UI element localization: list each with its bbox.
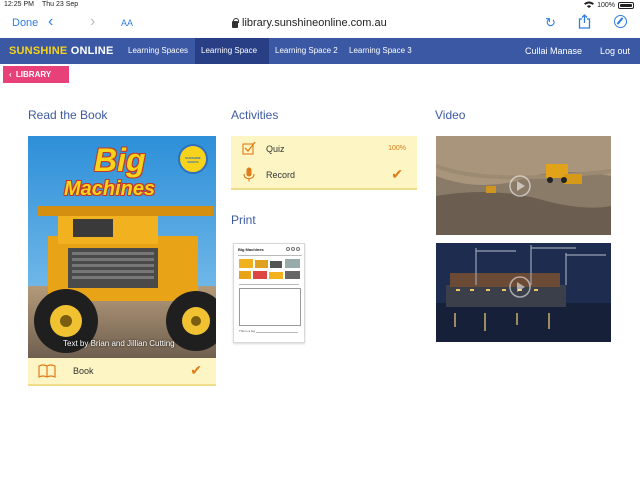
forward-arrow-icon[interactable]: › xyxy=(90,13,95,31)
tab-learning-space-3[interactable]: Learning Space 3 xyxy=(343,38,418,64)
badge-text: SUNSHINE BOOKS xyxy=(185,156,201,164)
site-nav: SUNSHINE ONLINE Learning Spaces Learning… xyxy=(0,38,640,81)
checkmark-icon: ✔ xyxy=(190,362,202,378)
status-time: 12:25 PM xyxy=(4,1,34,8)
cover-author: Text by Brian and Jillian Cutting xyxy=(63,339,175,348)
record-label: Record xyxy=(266,170,296,180)
battery-percent: 100% xyxy=(597,2,615,9)
address-bar[interactable]: library.sunshineonline.com.au xyxy=(232,17,387,29)
tab-learning-space-1[interactable]: Learning Space 1 xyxy=(195,38,269,81)
sunshine-books-badge: SUNSHINE BOOKS xyxy=(178,144,208,174)
battery-icon xyxy=(618,2,634,9)
activity-quiz[interactable]: Quiz 100% xyxy=(231,136,417,162)
brand-online: ONLINE xyxy=(70,45,114,57)
activity-record[interactable]: Record ✔ xyxy=(231,162,417,188)
wifi-icon xyxy=(584,1,595,10)
lock-icon xyxy=(232,17,239,28)
video-heading: Video xyxy=(435,108,466,122)
book-label: Book xyxy=(73,366,94,376)
library-button[interactable]: ‹ LIBRARY xyxy=(3,66,69,83)
user-name[interactable]: Cullai Manase xyxy=(525,38,582,64)
worksheet-pictures-icon xyxy=(239,259,300,279)
tab-learning-space-2[interactable]: Learning Space 2 xyxy=(269,38,344,64)
read-book-heading: Read the Book xyxy=(28,108,108,122)
print-heading: Print xyxy=(231,213,256,227)
worksheet-drawing-box xyxy=(239,288,301,326)
quiz-score: 100% xyxy=(388,145,406,152)
cover-title-line2: Machines xyxy=(64,178,156,200)
video-thumbnail-mining[interactable] xyxy=(436,136,611,235)
text-size-button[interactable]: AA xyxy=(121,18,133,28)
library-label: LIBRARY xyxy=(15,70,52,79)
worksheet-prompt: This is a big xyxy=(239,329,256,333)
status-date: Thu 23 Sep xyxy=(42,1,79,8)
worksheet-line xyxy=(239,284,299,285)
microphone-icon xyxy=(242,167,256,187)
tab-learning-spaces[interactable]: Learning Spaces xyxy=(122,38,194,64)
checkmark-icon: ✔ xyxy=(391,166,403,182)
brand-logo[interactable]: SUNSHINE ONLINE xyxy=(9,45,113,57)
reload-icon[interactable]: ↻ xyxy=(545,15,556,31)
brand-sunshine: SUNSHINE xyxy=(9,45,68,57)
browser-toolbar: Done ‹ › AA library.sunshineonline.com.a… xyxy=(0,11,640,38)
book-row[interactable]: Book ✔ xyxy=(28,358,216,386)
worksheet-title: Big Machines xyxy=(238,247,264,252)
logout-button[interactable]: Log out xyxy=(600,38,630,64)
activities-heading: Activities xyxy=(231,108,279,122)
worksheet-circles xyxy=(286,247,300,251)
print-worksheet-thumbnail[interactable]: Big Machines This is a big xyxy=(233,243,305,343)
worksheet-answer-line xyxy=(256,332,298,333)
compass-icon[interactable] xyxy=(614,15,627,28)
quiz-label: Quiz xyxy=(266,144,285,154)
quiz-checkbox-icon xyxy=(242,141,256,160)
cover-title-line1: Big xyxy=(94,142,146,178)
back-arrow-icon[interactable]: ‹ xyxy=(48,13,53,31)
status-right: 100% xyxy=(584,1,634,10)
url-text: library.sunshineonline.com.au xyxy=(242,17,387,29)
book-cover[interactable]: Big Machines SUNSHINE BOOKS Text by Bria… xyxy=(28,136,216,358)
done-button[interactable]: Done xyxy=(12,17,38,29)
video-thumbnail-port[interactable] xyxy=(436,243,611,342)
share-icon[interactable] xyxy=(578,14,591,29)
worksheet-rule xyxy=(238,255,302,256)
chevron-left-icon: ‹ xyxy=(9,70,12,79)
open-book-icon xyxy=(38,364,56,383)
activities-bottom-border xyxy=(231,188,417,190)
status-bar: 12:25 PM Thu 23 Sep 100% xyxy=(0,0,640,11)
